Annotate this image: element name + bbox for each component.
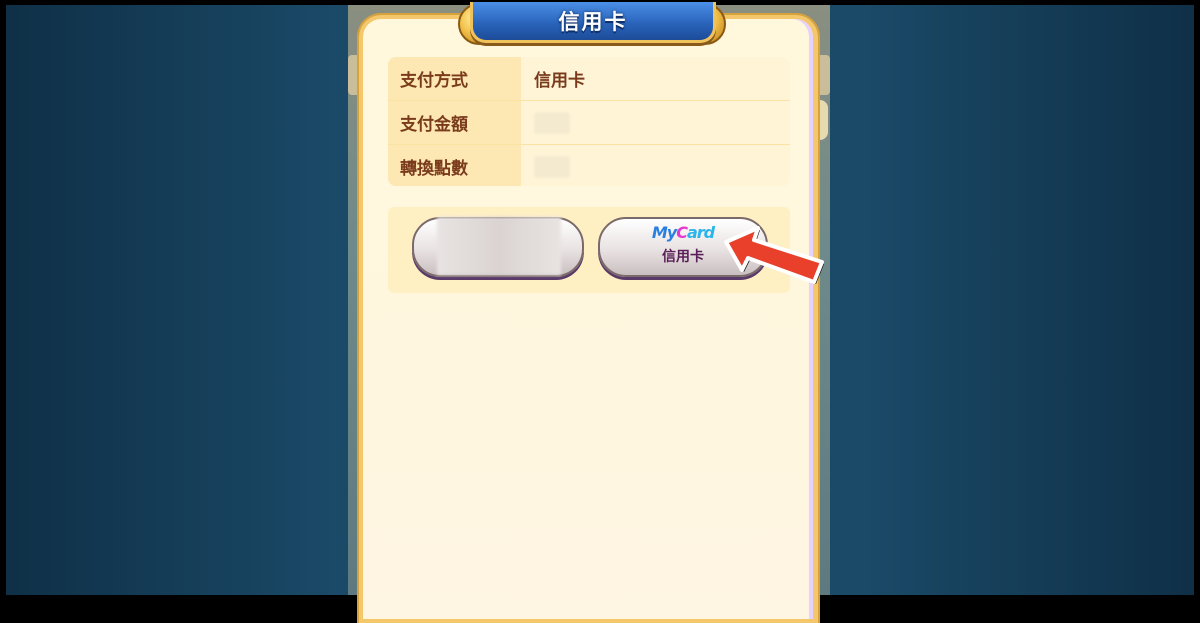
info-value: 信用卡 — [521, 57, 790, 100]
info-label: 支付方式 — [388, 57, 521, 100]
info-label: 支付金額 — [388, 101, 521, 144]
info-label: 轉換點數 — [388, 145, 521, 186]
redacted-value — [534, 111, 570, 134]
payment-info-table: 支付方式 信用卡 支付金額 轉換點數 — [388, 57, 790, 186]
dialog-title: 信用卡 — [558, 10, 628, 34]
info-value-redacted — [521, 101, 790, 144]
redacted-value — [534, 155, 570, 178]
info-row-amount: 支付金額 — [388, 101, 790, 145]
dialog-title-banner: 信用卡 — [470, 2, 716, 43]
info-row-points: 轉換點數 — [388, 145, 790, 186]
info-value-redacted — [521, 145, 790, 186]
mycard-logo: MyCard — [651, 223, 715, 242]
pointer-arrow-icon — [724, 226, 824, 284]
button-label: 信用卡 — [662, 249, 704, 265]
info-row-method: 支付方式 信用卡 — [388, 57, 790, 101]
redacted-button-content — [437, 217, 561, 275]
